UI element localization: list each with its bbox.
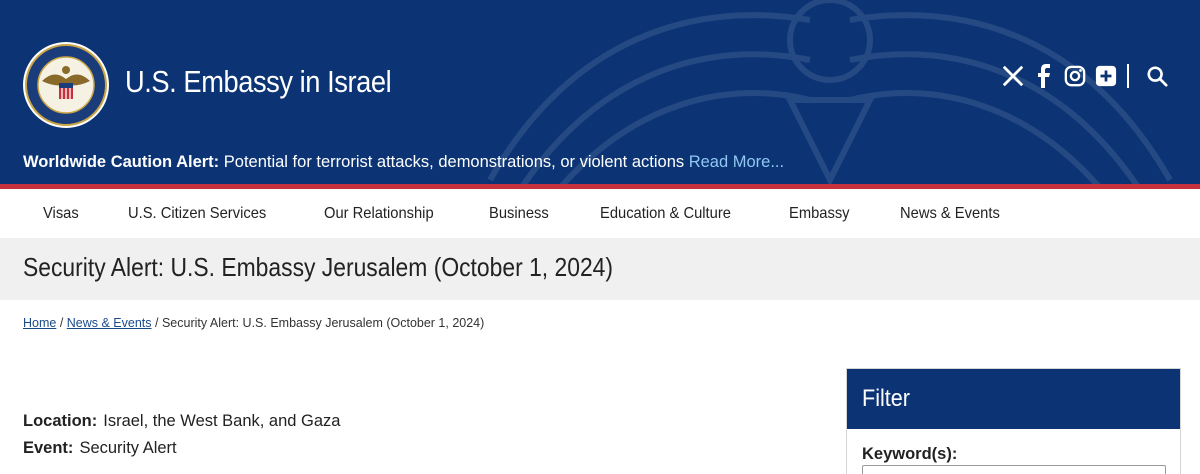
worldwide-caution-alert: Worldwide Caution Alert: Potential for t… xyxy=(23,153,784,172)
page-title: Security Alert: U.S. Embassy Jerusalem (… xyxy=(23,252,614,282)
breadcrumb-separator: / xyxy=(151,316,162,330)
event-value: Security Alert xyxy=(79,439,177,457)
filter-header: Filter xyxy=(847,369,1180,429)
breadcrumb-current: Security Alert: U.S. Embassy Jerusalem (… xyxy=(161,316,485,330)
nav-item-education-culture[interactable]: Education & Culture xyxy=(600,205,731,223)
alert-label: Worldwide Caution Alert: xyxy=(23,153,220,171)
nav-item-embassy[interactable]: Embassy xyxy=(789,205,850,223)
nav-item-news-events[interactable]: News & Events xyxy=(900,205,1000,223)
location-value: Israel, the West Bank, and Gaza xyxy=(103,412,341,430)
site-title[interactable]: U.S. Embassy in Israel xyxy=(125,64,392,100)
facebook-icon[interactable] xyxy=(1031,63,1057,89)
main-nav: Visas U.S. Citizen Services Our Relation… xyxy=(0,189,1200,238)
alert-text: Potential for terrorist attacks, demonst… xyxy=(219,153,689,171)
filter-title: Filter xyxy=(862,385,911,412)
alert-read-more-link[interactable]: Read More... xyxy=(689,153,784,171)
site-header: U.S. Embassy in Israel Worldwide Caution… xyxy=(0,0,1200,184)
flickr-plus-icon[interactable] xyxy=(1093,63,1119,89)
nav-item-visas[interactable]: Visas xyxy=(43,205,79,223)
page-title-band: Security Alert: U.S. Embassy Jerusalem (… xyxy=(0,238,1200,300)
event-label: Event: xyxy=(23,439,74,457)
social-links xyxy=(995,62,1170,90)
search-icon[interactable] xyxy=(1144,63,1170,89)
breadcrumb-separator: / xyxy=(56,316,67,330)
alert-details: Location: Israel, the West Bank, and Gaza… xyxy=(23,412,341,466)
location-label: Location: xyxy=(23,412,98,430)
instagram-icon[interactable] xyxy=(1062,63,1088,89)
nav-item-us-citizen-services[interactable]: U.S. Citizen Services xyxy=(128,205,266,223)
event-row: Event: Security Alert xyxy=(23,439,341,458)
social-divider xyxy=(1127,64,1129,88)
breadcrumb-news-events-link[interactable]: News & Events xyxy=(67,316,152,330)
department-of-state-seal-icon[interactable] xyxy=(22,41,110,129)
nav-item-our-relationship[interactable]: Our Relationship xyxy=(324,205,434,223)
x-icon[interactable] xyxy=(1000,63,1026,89)
keyword-input[interactable] xyxy=(862,465,1166,474)
nav-item-business[interactable]: Business xyxy=(489,205,549,223)
location-row: Location: Israel, the West Bank, and Gaza xyxy=(23,412,341,431)
keyword-label: Keyword(s): xyxy=(862,445,958,463)
breadcrumb-home-link[interactable]: Home xyxy=(23,316,56,330)
filter-panel: Filter Keyword(s): xyxy=(846,368,1181,474)
breadcrumb: Home / News & Events / Security Alert: U… xyxy=(23,316,484,330)
